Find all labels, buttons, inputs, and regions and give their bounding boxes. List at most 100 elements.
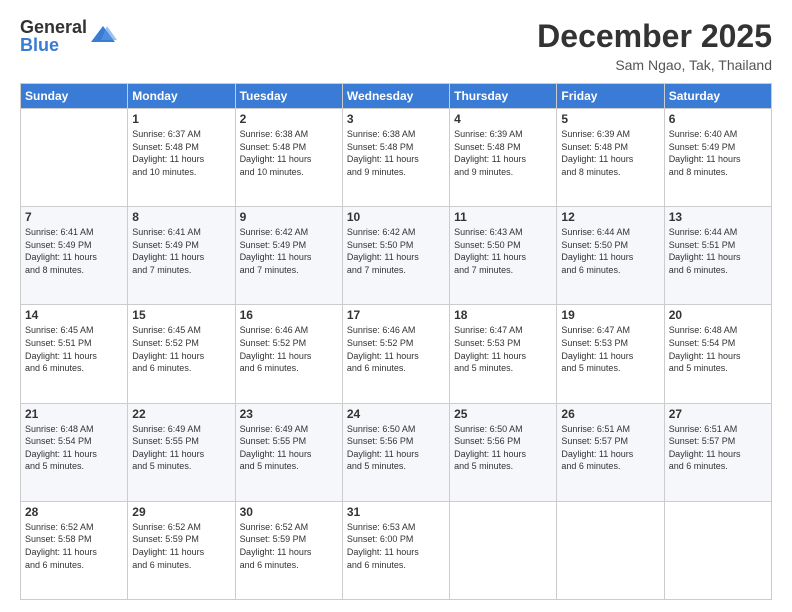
table-row: 16 Sunrise: 6:46 AMSunset: 5:52 PMDayligh… (235, 305, 342, 403)
table-row: 26Sunrise: 6:51 AMSunset: 5:57 PMDayligh… (557, 403, 664, 501)
day-number: 10 (347, 210, 445, 224)
table-row (450, 501, 557, 599)
col-wednesday: Wednesday (342, 84, 449, 109)
table-row: 2 Sunrise: 6:38 AMSunset: 5:48 PMDaylight… (235, 109, 342, 207)
day-number: 22 (132, 407, 230, 421)
logo-general: General (20, 18, 87, 36)
calendar-week-row: 7 Sunrise: 6:41 AMSunset: 5:49 PMDaylight… (21, 207, 772, 305)
day-number: 19 (561, 308, 659, 322)
table-row: 6 Sunrise: 6:40 AMSunset: 5:49 PMDaylight… (664, 109, 771, 207)
col-monday: Monday (128, 84, 235, 109)
calendar-week-row: 21 Sunrise: 6:48 AMSunset: 5:54 PMDayligh… (21, 403, 772, 501)
col-sunday: Sunday (21, 84, 128, 109)
calendar-week-row: 1 Sunrise: 6:37 AMSunset: 5:48 PMDaylight… (21, 109, 772, 207)
cell-info: Sunrise: 6:47 AMSunset: 5:53 PMDaylight:… (454, 324, 552, 374)
table-row: 28 Sunrise: 6:52 AMSunset: 5:58 PMDayligh… (21, 501, 128, 599)
cell-info: Sunrise: 6:52 AMSunset: 5:59 PMDaylight:… (240, 521, 338, 571)
cell-info: Sunrise: 6:39 AMSunset: 5:48 PMDaylight:… (454, 128, 552, 178)
table-row: 31Sunrise: 6:53 AMSunset: 6:00 PMDayligh… (342, 501, 449, 599)
cell-info: Sunrise: 6:42 AMSunset: 5:49 PMDaylight:… (240, 226, 338, 276)
cell-info: Sunrise: 6:45 AMSunset: 5:52 PMDaylight:… (132, 324, 230, 374)
table-row: 18 Sunrise: 6:47 AMSunset: 5:53 PMDayligh… (450, 305, 557, 403)
logo-blue: Blue (20, 36, 87, 54)
cell-info: Sunrise: 6:52 AMSunset: 5:58 PMDaylight:… (25, 521, 123, 571)
table-row: 10 Sunrise: 6:42 AMSunset: 5:50 PMDayligh… (342, 207, 449, 305)
table-row: 12 Sunrise: 6:44 AMSunset: 5:50 PMDayligh… (557, 207, 664, 305)
calendar-header-row: Sunday Monday Tuesday Wednesday Thursday… (21, 84, 772, 109)
cell-info: Sunrise: 6:39 AMSunset: 5:48 PMDaylight:… (561, 128, 659, 178)
day-number: 17 (347, 308, 445, 322)
col-thursday: Thursday (450, 84, 557, 109)
cell-info: Sunrise: 6:38 AMSunset: 5:48 PMDaylight:… (240, 128, 338, 178)
table-row: 8 Sunrise: 6:41 AMSunset: 5:49 PMDaylight… (128, 207, 235, 305)
day-number: 28 (25, 505, 123, 519)
day-number: 1 (132, 112, 230, 126)
cell-info: Sunrise: 6:44 AMSunset: 5:50 PMDaylight:… (561, 226, 659, 276)
cell-info: Sunrise: 6:38 AMSunset: 5:48 PMDaylight:… (347, 128, 445, 178)
cell-info: Sunrise: 6:41 AMSunset: 5:49 PMDaylight:… (25, 226, 123, 276)
table-row: 3Sunrise: 6:38 AMSunset: 5:48 PMDaylight… (342, 109, 449, 207)
table-row: 22Sunrise: 6:49 AMSunset: 5:55 PMDayligh… (128, 403, 235, 501)
cell-info: Sunrise: 6:46 AMSunset: 5:52 PMDaylight:… (240, 324, 338, 374)
table-row: 20Sunrise: 6:48 AMSunset: 5:54 PMDayligh… (664, 305, 771, 403)
logo-text: General Blue (20, 18, 87, 54)
calendar-week-row: 14Sunrise: 6:45 AMSunset: 5:51 PMDayligh… (21, 305, 772, 403)
day-number: 24 (347, 407, 445, 421)
location: Sam Ngao, Tak, Thailand (537, 57, 772, 73)
table-row: 19 Sunrise: 6:47 AMSunset: 5:53 PMDayligh… (557, 305, 664, 403)
cell-info: Sunrise: 6:51 AMSunset: 5:57 PMDaylight:… (561, 423, 659, 473)
table-row: 23Sunrise: 6:49 AMSunset: 5:55 PMDayligh… (235, 403, 342, 501)
cell-info: Sunrise: 6:53 AMSunset: 6:00 PMDaylight:… (347, 521, 445, 571)
cell-info: Sunrise: 6:44 AMSunset: 5:51 PMDaylight:… (669, 226, 767, 276)
table-row: 29 Sunrise: 6:52 AMSunset: 5:59 PMDayligh… (128, 501, 235, 599)
day-number: 23 (240, 407, 338, 421)
table-row: 25Sunrise: 6:50 AMSunset: 5:56 PMDayligh… (450, 403, 557, 501)
day-number: 18 (454, 308, 552, 322)
cell-info: Sunrise: 6:50 AMSunset: 5:56 PMDaylight:… (347, 423, 445, 473)
table-row (664, 501, 771, 599)
calendar-week-row: 28 Sunrise: 6:52 AMSunset: 5:58 PMDayligh… (21, 501, 772, 599)
table-row (21, 109, 128, 207)
day-number: 4 (454, 112, 552, 126)
day-number: 12 (561, 210, 659, 224)
day-number: 16 (240, 308, 338, 322)
cell-info: Sunrise: 6:42 AMSunset: 5:50 PMDaylight:… (347, 226, 445, 276)
table-row: 1 Sunrise: 6:37 AMSunset: 5:48 PMDaylight… (128, 109, 235, 207)
table-row: 15 Sunrise: 6:45 AMSunset: 5:52 PMDayligh… (128, 305, 235, 403)
cell-info: Sunrise: 6:51 AMSunset: 5:57 PMDaylight:… (669, 423, 767, 473)
cell-info: Sunrise: 6:45 AMSunset: 5:51 PMDaylight:… (25, 324, 123, 374)
day-number: 6 (669, 112, 767, 126)
month-title: December 2025 (537, 18, 772, 55)
col-tuesday: Tuesday (235, 84, 342, 109)
table-row: 24 Sunrise: 6:50 AMSunset: 5:56 PMDayligh… (342, 403, 449, 501)
logo: General Blue (20, 18, 117, 54)
day-number: 7 (25, 210, 123, 224)
day-number: 30 (240, 505, 338, 519)
day-number: 2 (240, 112, 338, 126)
cell-info: Sunrise: 6:52 AMSunset: 5:59 PMDaylight:… (132, 521, 230, 571)
day-number: 20 (669, 308, 767, 322)
day-number: 15 (132, 308, 230, 322)
day-number: 9 (240, 210, 338, 224)
day-number: 29 (132, 505, 230, 519)
cell-info: Sunrise: 6:37 AMSunset: 5:48 PMDaylight:… (132, 128, 230, 178)
col-friday: Friday (557, 84, 664, 109)
table-row: 9 Sunrise: 6:42 AMSunset: 5:49 PMDaylight… (235, 207, 342, 305)
cell-info: Sunrise: 6:47 AMSunset: 5:53 PMDaylight:… (561, 324, 659, 374)
day-number: 21 (25, 407, 123, 421)
cell-info: Sunrise: 6:41 AMSunset: 5:49 PMDaylight:… (132, 226, 230, 276)
calendar-table: Sunday Monday Tuesday Wednesday Thursday… (20, 83, 772, 600)
table-row: 21 Sunrise: 6:48 AMSunset: 5:54 PMDayligh… (21, 403, 128, 501)
cell-info: Sunrise: 6:50 AMSunset: 5:56 PMDaylight:… (454, 423, 552, 473)
table-row: 4 Sunrise: 6:39 AMSunset: 5:48 PMDaylight… (450, 109, 557, 207)
page: General Blue December 2025 Sam Ngao, Tak… (0, 0, 792, 612)
table-row: 14Sunrise: 6:45 AMSunset: 5:51 PMDayligh… (21, 305, 128, 403)
cell-info: Sunrise: 6:48 AMSunset: 5:54 PMDaylight:… (25, 423, 123, 473)
col-saturday: Saturday (664, 84, 771, 109)
day-number: 8 (132, 210, 230, 224)
cell-info: Sunrise: 6:46 AMSunset: 5:52 PMDaylight:… (347, 324, 445, 374)
title-block: December 2025 Sam Ngao, Tak, Thailand (537, 18, 772, 73)
cell-info: Sunrise: 6:40 AMSunset: 5:49 PMDaylight:… (669, 128, 767, 178)
table-row: 27Sunrise: 6:51 AMSunset: 5:57 PMDayligh… (664, 403, 771, 501)
cell-info: Sunrise: 6:43 AMSunset: 5:50 PMDaylight:… (454, 226, 552, 276)
